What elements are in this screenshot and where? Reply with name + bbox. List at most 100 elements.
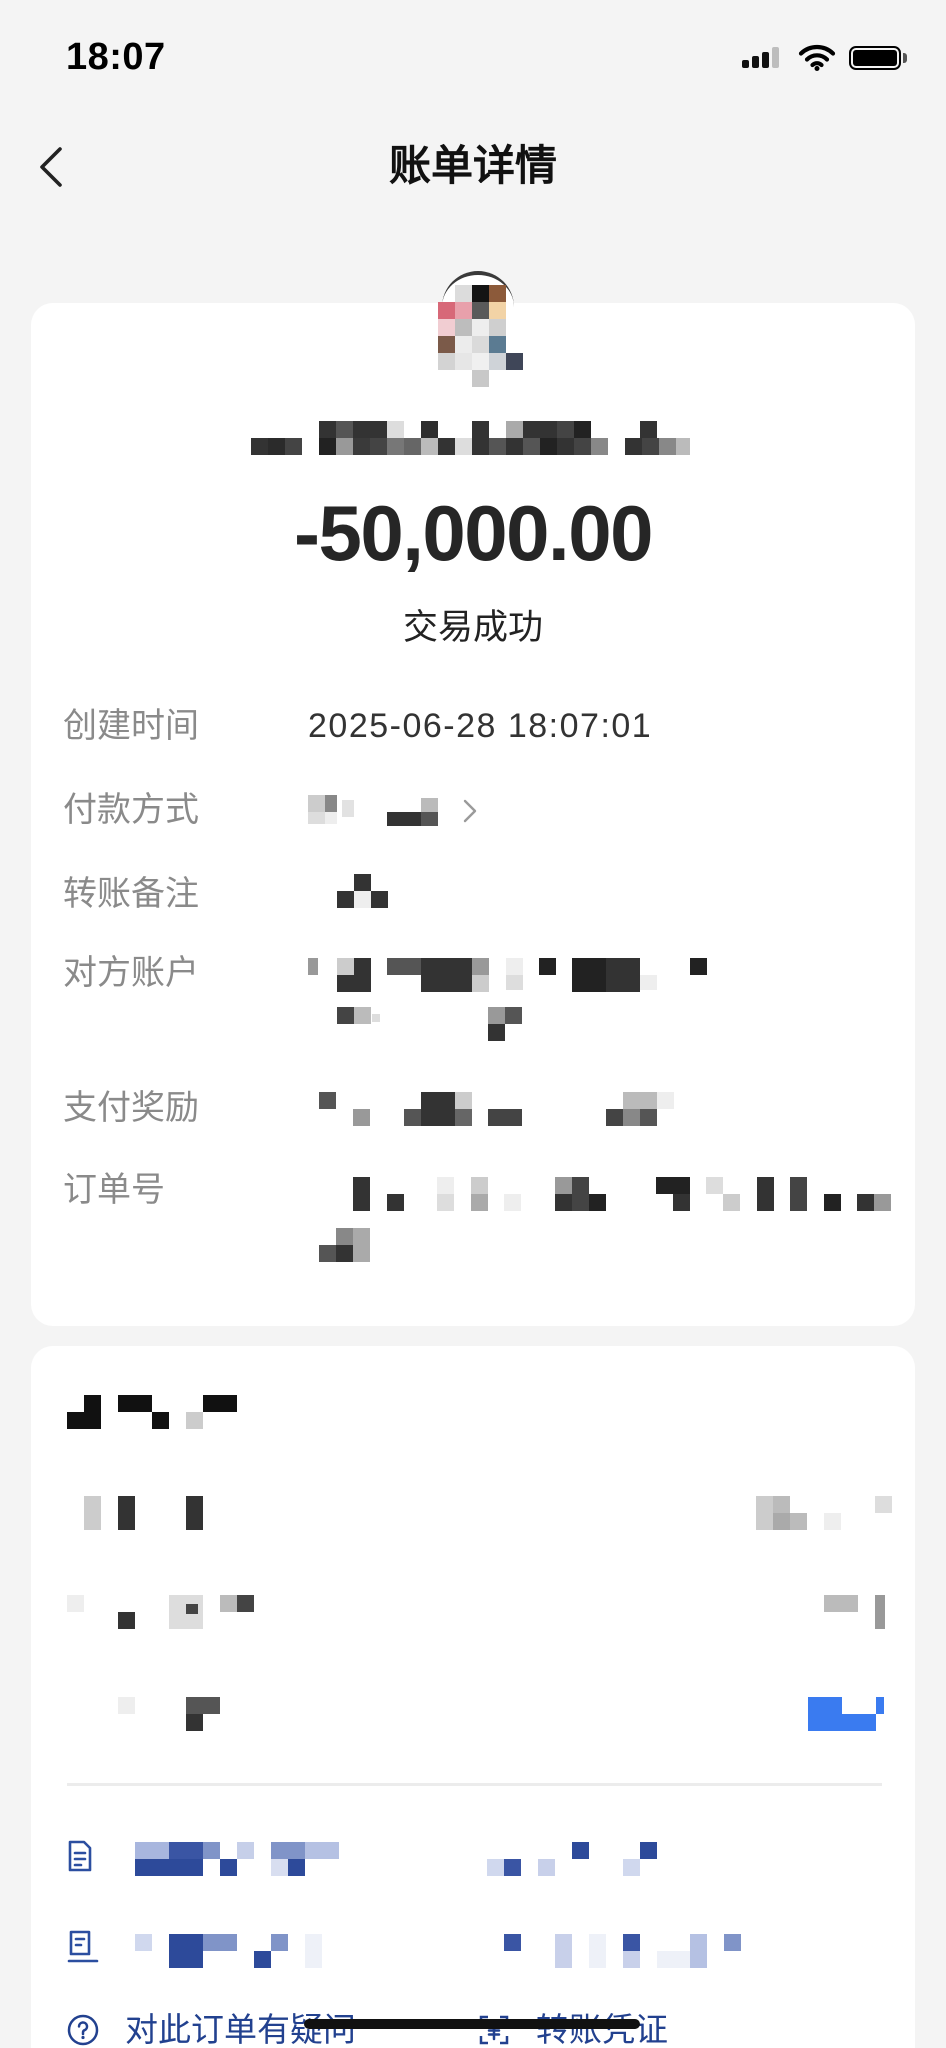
mosaic-block [472, 319, 489, 336]
mosaic-block [387, 421, 404, 438]
mosaic-block [659, 438, 676, 455]
mosaic-block [723, 1194, 740, 1211]
mosaic-block [308, 812, 325, 824]
signal-icon [742, 46, 782, 68]
mosaic-block [353, 421, 370, 438]
mosaic-block [404, 1109, 421, 1126]
mosaic-block [203, 1842, 220, 1859]
mosaic-block [487, 1859, 504, 1876]
mosaic-block [421, 421, 438, 438]
mosaic-block [724, 1934, 741, 1951]
mosaic-block [370, 438, 387, 455]
mosaic-block [337, 891, 354, 908]
mosaic-block [574, 421, 591, 438]
mosaic-block [489, 336, 506, 353]
mosaic-block [186, 1697, 220, 1714]
mosaic-block [690, 1934, 707, 1968]
mosaic-block [657, 1092, 674, 1109]
mosaic-block [773, 1496, 790, 1513]
mosaic-block [325, 795, 337, 812]
mosaic-block [472, 302, 489, 319]
mosaic-block [555, 1177, 572, 1194]
mosaic-block [342, 800, 354, 817]
mosaic-block [472, 958, 489, 975]
mosaic-block [186, 1412, 203, 1429]
mosaic-block [135, 1842, 169, 1859]
mosaic-block [421, 958, 472, 992]
detail-row-payment-reward: 支付奖励 [31, 1088, 915, 1128]
mosaic-block [387, 812, 404, 826]
mosaic-block [523, 438, 540, 455]
detail-row-payment-method[interactable]: 付款方式 [31, 790, 915, 830]
detail-row-transfer-note: 转账备注 [31, 874, 915, 914]
mosaic-block [370, 421, 387, 438]
mosaic-block [824, 1595, 858, 1612]
mosaic-block [421, 812, 438, 826]
mosaic-block [271, 1842, 305, 1859]
mosaic-block [572, 1177, 589, 1211]
mosaic-block [589, 1194, 606, 1211]
mosaic-block [169, 1842, 203, 1859]
mosaic-block [471, 1194, 488, 1211]
status-time: 18:07 [66, 36, 166, 78]
mosaic-block [557, 438, 574, 455]
mosaic-block [455, 1109, 472, 1126]
mosaic-block [251, 438, 268, 455]
mosaic-block [623, 1934, 640, 1951]
mosaic-block [387, 1194, 404, 1211]
detail-value: 2025-06-28 18:07:01 [308, 707, 653, 745]
mosaic-block [271, 1859, 288, 1876]
mosaic-block [354, 1007, 371, 1024]
mosaic-block [169, 1934, 203, 1968]
mosaic-block [657, 1951, 691, 1968]
bill-detail-screen: { "status_bar": { "time": "18:07", "icon… [0, 0, 946, 2048]
mosaic-block [489, 319, 506, 336]
mosaic-block [118, 1697, 135, 1714]
mosaic-block [606, 1109, 623, 1126]
mosaic-block [220, 1595, 237, 1612]
mosaic-block [118, 1496, 135, 1530]
mosaic-block [336, 1228, 353, 1245]
mosaic-block [640, 421, 657, 438]
mosaic-block [308, 795, 325, 812]
info-row[interactable] [31, 1697, 915, 1731]
mosaic-block [319, 421, 336, 438]
mosaic-block [640, 1109, 657, 1126]
mosaic-block [237, 1842, 254, 1859]
mosaic-block [472, 285, 489, 302]
mosaic-block [118, 1395, 152, 1412]
mosaic-block [557, 421, 574, 438]
mosaic-block [336, 438, 353, 455]
mosaic-block [438, 438, 455, 455]
mosaic-block [540, 421, 557, 438]
mosaic-block [337, 1007, 354, 1024]
mosaic-block [623, 1109, 640, 1126]
mosaic-block [506, 958, 523, 975]
mosaic-block [606, 958, 640, 992]
detail-label: 支付奖励 [63, 1089, 199, 1127]
mosaic-block [555, 1934, 572, 1968]
mosaic-block [455, 438, 472, 455]
detail-label: 转账备注 [63, 875, 199, 913]
mosaic-block [623, 1092, 657, 1109]
mosaic-block [354, 891, 371, 908]
mosaic-block [337, 958, 354, 975]
mosaic-block [67, 1595, 84, 1612]
mosaic-block [336, 1245, 353, 1262]
link-row[interactable] [31, 1925, 915, 1969]
mosaic-block [504, 1934, 521, 1951]
mosaic-block [591, 438, 608, 455]
detail-label: 订单号 [63, 1171, 165, 1209]
detail-label: 创建时间 [63, 707, 199, 745]
mosaic-block [623, 1859, 640, 1876]
mosaic-block [84, 1496, 101, 1530]
chevron-right-icon [463, 799, 477, 823]
mosaic-block [421, 1092, 455, 1126]
mosaic-block [506, 353, 523, 370]
mosaic-block [642, 438, 659, 455]
mosaic-block [186, 1604, 198, 1614]
mosaic-block [640, 975, 657, 990]
mosaic-block [623, 1951, 640, 1968]
transaction-status: 交易成功 [402, 608, 543, 647]
transaction-amount: -50,000.00 [294, 489, 653, 577]
